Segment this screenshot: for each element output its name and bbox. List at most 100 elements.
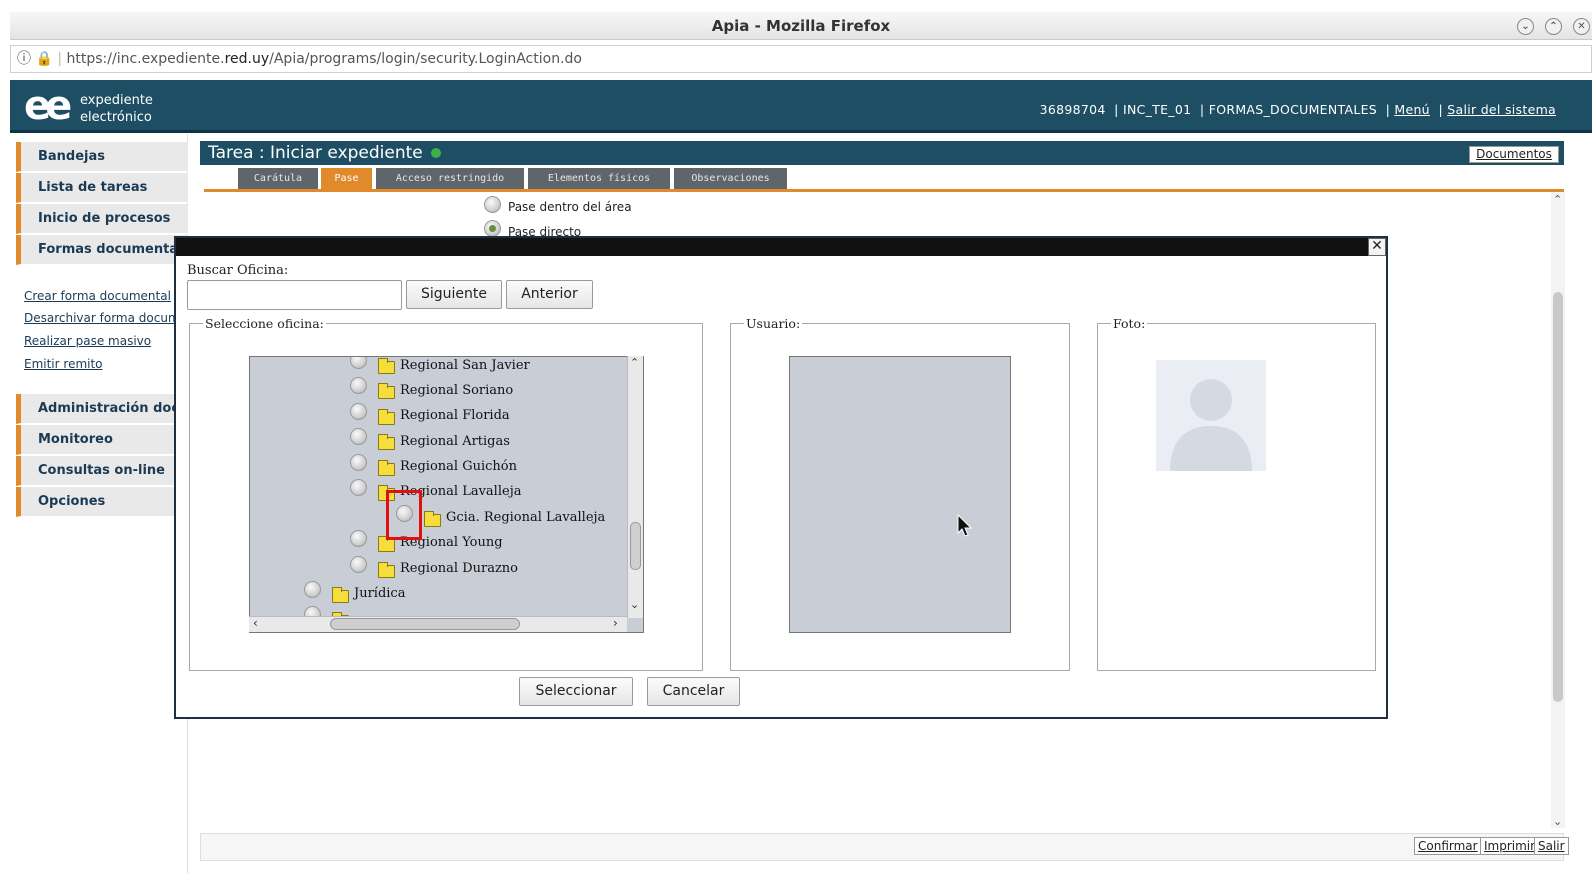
- address-bar[interactable]: ⓘ 🔒 | https://inc.expediente.red.uy/Apia…: [10, 45, 1592, 73]
- next-button[interactable]: Siguiente: [406, 280, 502, 309]
- folder-icon: [378, 358, 395, 374]
- tree-node-gcia-lavalleja[interactable]: Gcia. Regional Lavalleja: [446, 510, 605, 525]
- tab-pase[interactable]: Pase: [321, 168, 372, 190]
- menu-link[interactable]: Menú: [1394, 102, 1430, 117]
- tree-hscroll-thumb[interactable]: [330, 618, 520, 630]
- folder-icon: [378, 409, 395, 425]
- tree-radio[interactable]: [350, 377, 367, 394]
- link-emitir-remito[interactable]: Emitir remito: [24, 357, 103, 371]
- tree-vscroll-thumb[interactable]: [630, 522, 641, 570]
- exit-button[interactable]: Salir: [1534, 837, 1569, 855]
- tab-acceso-restringido[interactable]: Acceso restringido: [376, 168, 524, 190]
- window-title: Apia - Mozilla Firefox: [711, 17, 891, 35]
- tree-scroll-right-icon[interactable]: ›: [613, 616, 618, 630]
- task-title-bar: Tarea : Iniciar expediente: [200, 141, 1564, 165]
- url-path: /Apia/programs/login/security.LoginActio…: [269, 51, 582, 67]
- user-legend: Usuario:: [744, 316, 803, 331]
- mouse-cursor-icon: [957, 513, 973, 542]
- confirm-button[interactable]: Confirmar: [1414, 837, 1482, 855]
- tree-radio[interactable]: [304, 581, 321, 598]
- page-scrollbar[interactable]: [1551, 192, 1565, 828]
- lock-icon: 🔒: [35, 51, 53, 67]
- status-dot-icon: [431, 148, 442, 158]
- sidebar-item-monitoreo[interactable]: Monitoreo: [16, 425, 188, 455]
- link-pase-masivo[interactable]: Realizar pase masivo: [24, 334, 151, 348]
- tree-node-juridica[interactable]: Jurídica: [354, 586, 405, 601]
- separator: |: [1385, 102, 1391, 117]
- cancel-button[interactable]: Cancelar: [647, 677, 740, 706]
- minimize-icon[interactable]: ⌄: [1517, 18, 1534, 35]
- tree-radio[interactable]: [350, 479, 367, 496]
- tree-horizontal-scrollbar[interactable]: ‹ ›: [249, 616, 627, 632]
- tree-scroll-left-icon[interactable]: ‹: [253, 616, 258, 630]
- sidebar-item-bandejas[interactable]: Bandejas: [16, 142, 188, 172]
- environment: INC_TE_01: [1122, 102, 1192, 117]
- radio-pase-area[interactable]: [484, 196, 501, 213]
- avatar-placeholder-icon: [1156, 360, 1266, 471]
- task-title: Tarea : Iniciar expediente: [208, 143, 423, 163]
- profile: FORMAS_DOCUMENTALES: [1208, 102, 1378, 117]
- scroll-up-icon[interactable]: ⌃: [1553, 193, 1562, 206]
- office-legend: Seleccione oficina:: [203, 316, 326, 331]
- tree-node-florida[interactable]: Regional Florida: [400, 408, 510, 423]
- tab-elementos-fisicos[interactable]: Elementos físicos: [528, 168, 670, 190]
- sidebar-item-lista-tareas[interactable]: Lista de tareas: [16, 173, 188, 203]
- tree-vertical-scrollbar[interactable]: ⌃ ⌄: [627, 356, 643, 618]
- tree-radio[interactable]: [350, 428, 367, 445]
- office-tree[interactable]: Regional San Javier Regional Soriano Reg…: [249, 356, 644, 633]
- separator: |: [1199, 102, 1205, 117]
- tree-radio[interactable]: [350, 403, 367, 420]
- tree-radio[interactable]: [350, 530, 367, 547]
- url-domain: red.uy: [224, 51, 270, 67]
- tree-radio[interactable]: [350, 556, 367, 573]
- separator: |: [1114, 102, 1119, 117]
- close-window-icon[interactable]: ✕: [1573, 18, 1590, 35]
- separator: |: [1438, 102, 1443, 117]
- radio-pase-directo[interactable]: [484, 220, 501, 237]
- search-label: Buscar Oficina:: [187, 263, 289, 278]
- select-button[interactable]: Seleccionar: [519, 677, 633, 706]
- label-pase-area: Pase dentro del área: [508, 200, 632, 214]
- search-office-input[interactable]: [187, 280, 402, 310]
- logo-mark: ee: [24, 83, 72, 129]
- url-prefix: https://inc.expediente.: [66, 51, 225, 67]
- documents-button[interactable]: Documentos: [1469, 146, 1559, 163]
- tree-node-soriano[interactable]: Regional Soriano: [400, 383, 513, 398]
- tree-node-san-javier[interactable]: Regional San Javier: [400, 358, 530, 373]
- logout-link[interactable]: Salir del sistema: [1447, 102, 1556, 117]
- sidebar-item-consultas[interactable]: Consultas on-line: [16, 456, 188, 486]
- label-pase-directo: Pase directo: [508, 225, 582, 236]
- info-icon[interactable]: ⓘ: [17, 51, 31, 67]
- user-list[interactable]: [789, 356, 1011, 633]
- tab-caratula[interactable]: Carátula: [238, 168, 318, 190]
- user-info: 36898704 | INC_TE_01 | FORMAS_DOCUMENTAL…: [1040, 102, 1556, 117]
- dialog-close-icon[interactable]: ✕: [1368, 238, 1386, 256]
- sidebar-item-formas-documentales[interactable]: Formas documentales: [16, 235, 188, 265]
- tree-scroll-down-icon[interactable]: ⌄: [630, 598, 639, 611]
- tree-node-artigas[interactable]: Regional Artigas: [400, 434, 510, 449]
- dialog-titlebar: [176, 238, 1386, 256]
- logo-text: expediente electrónico: [80, 92, 153, 126]
- link-desarchivar[interactable]: Desarchivar forma documental: [24, 311, 174, 325]
- highlight-box: [386, 490, 422, 540]
- tree-radio[interactable]: [350, 357, 367, 369]
- tree-node-guichon[interactable]: Regional Guichón: [400, 459, 517, 474]
- scroll-thumb[interactable]: [1553, 292, 1563, 702]
- print-button[interactable]: Imprimir: [1480, 837, 1540, 855]
- folder-icon: [378, 434, 395, 450]
- tab-observaciones[interactable]: Observaciones: [674, 168, 787, 190]
- tree-radio[interactable]: [350, 454, 367, 471]
- logo-line2: electrónico: [80, 110, 152, 125]
- sidebar-item-opciones[interactable]: Opciones: [16, 487, 188, 517]
- scroll-down-icon[interactable]: ⌄: [1553, 815, 1562, 828]
- sidebar-item-administracion[interactable]: Administración documental: [16, 394, 188, 424]
- maximize-icon[interactable]: ⌃: [1545, 18, 1562, 35]
- sidebar-item-inicio-procesos[interactable]: Inicio de procesos: [16, 204, 188, 234]
- tree-scroll-up-icon[interactable]: ⌃: [630, 356, 639, 369]
- photo-legend: Foto:: [1111, 316, 1148, 331]
- tree-node-durazno[interactable]: Regional Durazno: [400, 561, 518, 576]
- folder-icon: [424, 511, 441, 527]
- link-crear-forma[interactable]: Crear forma documental: [24, 289, 171, 303]
- previous-button[interactable]: Anterior: [506, 280, 593, 309]
- logo-line1: expediente: [80, 93, 153, 108]
